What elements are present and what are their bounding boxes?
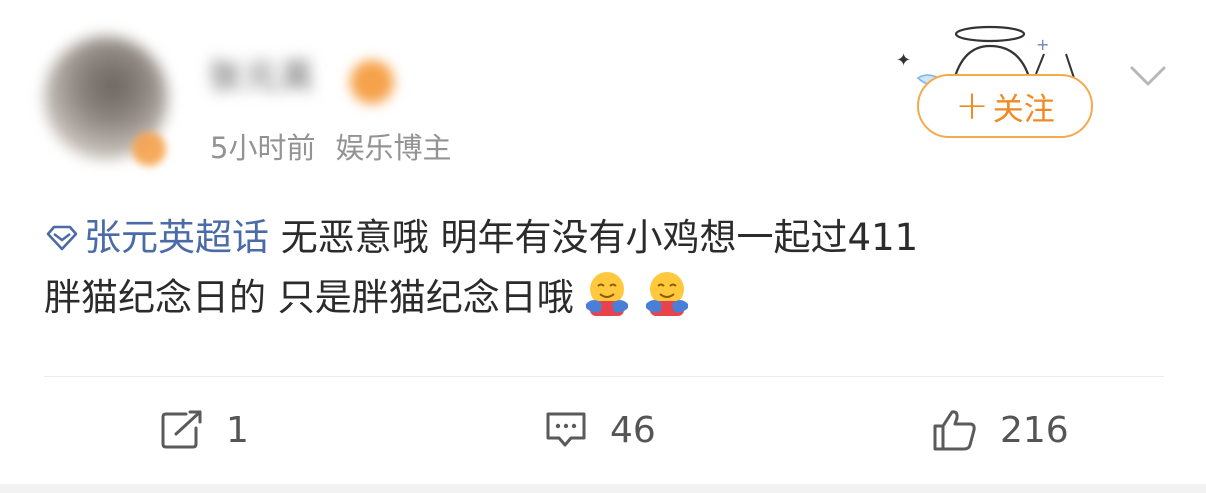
author-role: 娱乐博主 (335, 131, 452, 165)
comment-button[interactable]: 46 (544, 402, 656, 458)
post-meta: 5小时前 娱乐博主 (210, 125, 451, 167)
hug-emoji-icon (645, 272, 688, 316)
chevron-down-icon[interactable] (1128, 62, 1168, 90)
hug-emoji-icon (585, 272, 628, 316)
divider (44, 376, 1164, 377)
repost-icon (161, 410, 202, 449)
verified-badge-icon (132, 132, 166, 166)
comment-icon (546, 412, 586, 447)
svg-text:+: + (1036, 35, 1049, 54)
topic-link[interactable]: 张元英超话 (44, 216, 269, 259)
thumbs-up-icon (933, 410, 976, 451)
card-separator (0, 484, 1206, 493)
diamond-icon (46, 225, 78, 251)
svg-text:✦: ✦ (896, 50, 911, 71)
author-name[interactable]: 张元英 (208, 56, 316, 98)
post-text-line1: 无恶意哦 明年有没有小鸡想一起过411 (280, 216, 919, 259)
vip-badge-icon (350, 60, 394, 104)
repost-count: 1 (226, 409, 249, 451)
post-text-line2: 胖猫纪念日的 只是胖猫纪念日哦 (44, 276, 574, 319)
like-button[interactable]: 216 (932, 402, 1069, 458)
follow-label: 关注 (992, 91, 1055, 128)
repost-button[interactable]: 1 (160, 402, 249, 458)
post-time: 5小时前 (210, 131, 316, 165)
follow-button[interactable]: + 关注 (917, 74, 1093, 138)
plus-icon: + (955, 83, 989, 129)
weibo-post-card: 张元英 5小时前 娱乐博主 ✦ + + 关注 张元英超话 无恶意哦 明年有没有小鸡… (0, 0, 1206, 493)
like-count: 216 (1000, 409, 1069, 451)
comment-count: 46 (610, 409, 656, 451)
post-text: 张元英超话 无恶意哦 明年有没有小鸡想一起过411 胖猫纪念日的 只是胖猫纪念日… (44, 208, 1174, 328)
topic-label: 张元英超话 (84, 216, 269, 259)
